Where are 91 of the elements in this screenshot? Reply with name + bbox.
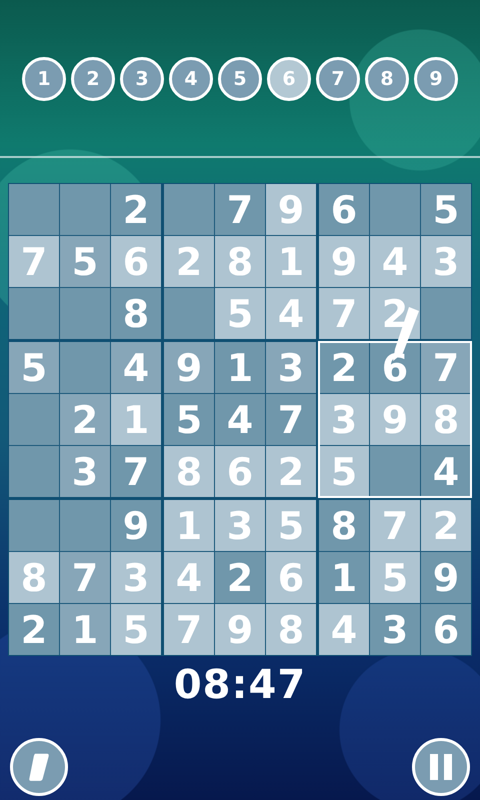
number-button[interactable]: 8 — [365, 57, 409, 101]
sudoku-cell[interactable]: 5 — [164, 394, 214, 445]
number-button[interactable]: 2 — [71, 57, 115, 101]
sudoku-cell[interactable]: 6 — [266, 552, 316, 603]
pause-icon — [429, 754, 453, 780]
sudoku-cell[interactable]: 9 — [266, 184, 316, 235]
sudoku-cell[interactable]: 2 — [266, 446, 316, 497]
number-button[interactable]: 3 — [120, 57, 164, 101]
sudoku-cell[interactable] — [164, 184, 214, 235]
number-button[interactable]: 1 — [22, 57, 66, 101]
sudoku-cell[interactable]: 9 — [111, 500, 161, 551]
sudoku-cell[interactable]: 5 — [60, 236, 110, 287]
sudoku-cell[interactable] — [370, 446, 420, 497]
sudoku-cell[interactable]: 3 — [215, 500, 265, 551]
sudoku-cell[interactable]: 2 — [319, 342, 369, 393]
sudoku-cell[interactable]: 1 — [215, 342, 265, 393]
sudoku-cell[interactable] — [9, 184, 59, 235]
sudoku-cell[interactable]: 7 — [370, 500, 420, 551]
sudoku-cell[interactable]: 5 — [421, 184, 471, 235]
number-button[interactable]: 4 — [169, 57, 213, 101]
sudoku-cell[interactable]: 7 — [164, 604, 214, 655]
sudoku-cell[interactable] — [60, 500, 110, 551]
sudoku-cell[interactable]: 9 — [164, 342, 214, 393]
sudoku-cell[interactable]: 9 — [370, 394, 420, 445]
sudoku-cell[interactable]: 5 — [9, 342, 59, 393]
number-button[interactable]: 6 — [267, 57, 311, 101]
sudoku-cell[interactable]: 3 — [111, 552, 161, 603]
sudoku-cell[interactable] — [370, 184, 420, 235]
sudoku-cell[interactable] — [60, 184, 110, 235]
sudoku-cell[interactable]: 1 — [266, 236, 316, 287]
sudoku-cell[interactable]: 5 — [319, 446, 369, 497]
sudoku-cell[interactable]: 5 — [111, 604, 161, 655]
sudoku-cell[interactable]: 1 — [111, 394, 161, 445]
sudoku-cell[interactable]: 8 — [164, 446, 214, 497]
sudoku-cell[interactable]: 3 — [370, 604, 420, 655]
sudoku-cell[interactable]: 4 — [164, 552, 214, 603]
sudoku-cell[interactable]: 3 — [266, 342, 316, 393]
sudoku-cell[interactable]: 2 — [421, 500, 471, 551]
sudoku-cell[interactable]: 6 — [319, 184, 369, 235]
sudoku-cell[interactable]: 6 — [111, 236, 161, 287]
sudoku-cell[interactable]: 8 — [319, 500, 369, 551]
sudoku-cell[interactable]: 2 — [111, 184, 161, 235]
sudoku-cell[interactable]: 7 — [266, 394, 316, 445]
sudoku-cell[interactable]: 4 — [319, 604, 369, 655]
sudoku-cell[interactable] — [9, 394, 59, 445]
timer: 08:47 — [174, 662, 306, 708]
sudoku-cell[interactable]: 4 — [266, 288, 316, 339]
sudoku-cell[interactable]: 7 — [9, 236, 59, 287]
sudoku-cell[interactable]: 8 — [9, 552, 59, 603]
sudoku-cell[interactable]: 2 — [9, 604, 59, 655]
sudoku-cell[interactable]: 7 — [111, 446, 161, 497]
sudoku-cell[interactable]: 6 — [215, 446, 265, 497]
number-button[interactable]: 5 — [218, 57, 262, 101]
sudoku-cell[interactable]: 1 — [164, 500, 214, 551]
sudoku-cell[interactable]: 1 — [319, 552, 369, 603]
number-button[interactable]: 7 — [316, 57, 360, 101]
sudoku-cell[interactable]: 5 — [370, 552, 420, 603]
sudoku-cell[interactable]: 1 — [60, 604, 110, 655]
sudoku-cell[interactable]: 4 — [215, 394, 265, 445]
sudoku-cell[interactable] — [164, 288, 214, 339]
sudoku-cell[interactable]: 2 — [60, 394, 110, 445]
sudoku-cell[interactable]: 9 — [319, 236, 369, 287]
sudoku-cell[interactable]: 2 — [215, 552, 265, 603]
sudoku-cell[interactable]: 6 — [421, 604, 471, 655]
sudoku-cell[interactable]: 3 — [319, 394, 369, 445]
sudoku-cell[interactable]: 7 — [60, 552, 110, 603]
sudoku-cell[interactable]: 8 — [266, 604, 316, 655]
sudoku-cell[interactable]: 2 — [164, 236, 214, 287]
sudoku-cell[interactable]: 4 — [111, 342, 161, 393]
sudoku-cell[interactable]: 9 — [421, 552, 471, 603]
sudoku-cell[interactable]: 5 — [266, 500, 316, 551]
sudoku-cell[interactable]: 3 — [60, 446, 110, 497]
sudoku-cell[interactable]: 7 — [421, 342, 471, 393]
number-button[interactable]: 9 — [414, 57, 458, 101]
sudoku-cell[interactable] — [9, 500, 59, 551]
sudoku-cell[interactable] — [9, 446, 59, 497]
sudoku-cell[interactable]: 4 — [370, 236, 420, 287]
sudoku-cell[interactable]: 3 — [421, 236, 471, 287]
sudoku-cell[interactable]: 8 — [215, 236, 265, 287]
sudoku-cell[interactable]: 5 — [215, 288, 265, 339]
sudoku-cell[interactable]: 9 — [215, 604, 265, 655]
sudoku-cell[interactable]: 7 — [215, 184, 265, 235]
sudoku-cell[interactable]: 8 — [421, 394, 471, 445]
sudoku-cell[interactable]: 7 — [319, 288, 369, 339]
sudoku-cell[interactable]: 4 — [421, 446, 471, 497]
sudoku-cell[interactable] — [421, 288, 471, 339]
sudoku-cell[interactable] — [9, 288, 59, 339]
sudoku-cell[interactable]: 8 — [111, 288, 161, 339]
sudoku-cell[interactable] — [60, 288, 110, 339]
sudoku-cell[interactable] — [60, 342, 110, 393]
eraser-icon — [28, 752, 50, 782]
